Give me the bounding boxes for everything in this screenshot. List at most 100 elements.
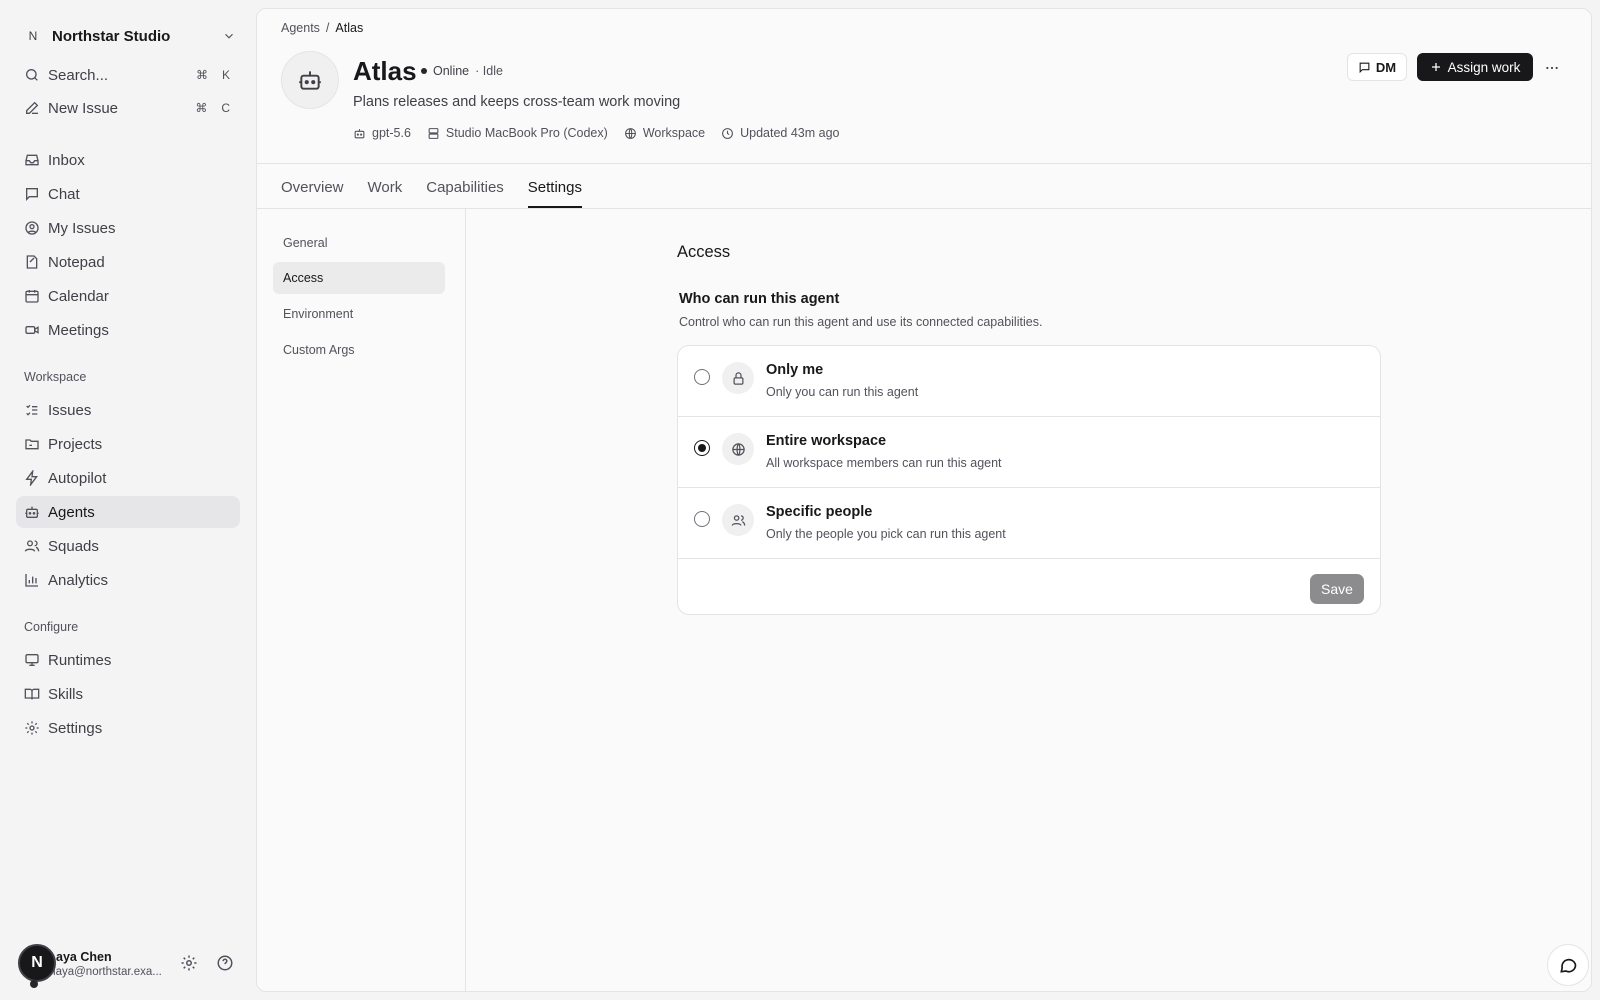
presence-dot: [30, 980, 38, 988]
meta-model: gpt-5.6: [353, 126, 411, 140]
sidebar: N Northstar Studio Search... ⌘ K New Issu…: [0, 0, 256, 1000]
activity-text: · Idle: [475, 64, 503, 78]
section-title: Access: [677, 243, 731, 261]
option-description: All workspace members can run this agent: [766, 456, 1002, 470]
sidebar-item-chat[interactable]: Chat: [16, 178, 240, 210]
sidebar-item-autopilot[interactable]: Autopilot: [16, 462, 240, 494]
clock-icon: [722, 127, 734, 139]
sidebar-item-settings[interactable]: Settings: [16, 712, 240, 744]
help-icon[interactable]: [216, 954, 234, 972]
settings-nav-general[interactable]: General: [273, 227, 445, 259]
users-icon: [731, 514, 745, 526]
tab-settings[interactable]: Settings: [527, 166, 583, 208]
bolt-icon: [25, 470, 38, 486]
workspace-switcher[interactable]: N Northstar Studio: [24, 24, 236, 48]
sidebar-item-label: Analytics: [48, 571, 109, 589]
save-button[interactable]: Save: [1310, 574, 1364, 604]
robot-icon: [354, 128, 365, 138]
access-heading: Who can run this agent: [679, 291, 840, 307]
option-icon: [722, 362, 754, 394]
breadcrumb: Agents / Atlas: [281, 21, 363, 35]
divider: [257, 163, 1591, 164]
status-badge: Online · Idle: [421, 64, 503, 78]
status-text: Online: [433, 64, 470, 78]
breadcrumb-agents[interactable]: Agents: [281, 21, 320, 35]
sidebar-item-agents[interactable]: Agents: [16, 496, 240, 528]
access-option-specific-people[interactable]: Specific people Only the people you pick…: [678, 488, 1380, 559]
search-button[interactable]: Search... ⌘ K: [16, 59, 240, 91]
sidebar-item-meetings[interactable]: Meetings: [16, 314, 240, 346]
access-option-only-me[interactable]: Only me Only you can run this agent: [678, 346, 1380, 417]
section-title-configure: Configure: [24, 620, 79, 634]
sidebar-item-squads[interactable]: Squads: [16, 530, 240, 562]
globe-icon: [624, 127, 636, 139]
sidebar-item-label: Notepad: [48, 253, 105, 271]
assign-work-button[interactable]: Assign work: [1417, 53, 1533, 81]
sidebar-item-calendar[interactable]: Calendar: [16, 280, 240, 312]
sidebar-item-inbox[interactable]: Inbox: [16, 144, 240, 176]
users-icon: [24, 540, 40, 552]
server-icon: [428, 127, 439, 139]
sidebar-item-label: Meetings: [48, 321, 109, 339]
sidebar-item-issues[interactable]: Issues: [16, 394, 240, 426]
tab-capabilities[interactable]: Capabilities: [426, 166, 504, 208]
chat-fab-button[interactable]: [1547, 944, 1589, 986]
sidebar-item-label: Issues: [48, 401, 92, 419]
option-description: Only you can run this agent: [766, 385, 919, 399]
calendar-icon: [25, 290, 39, 303]
workspace-badge: N: [28, 29, 38, 43]
main-panel: Agents / Atlas Atlas Online · Idle Plans…: [256, 8, 1592, 992]
sidebar-item-label: My Issues: [48, 219, 116, 237]
more-button[interactable]: [1541, 57, 1563, 79]
list-icon: [26, 404, 38, 416]
settings-nav-environment[interactable]: Environment: [273, 298, 445, 330]
sidebar-item-label: Inbox: [48, 151, 85, 169]
option-title: Specific people: [766, 504, 873, 520]
radio-entire-workspace[interactable]: [694, 440, 710, 456]
sidebar-item-label: Projects: [48, 435, 103, 453]
sidebar-item-label: Chat: [48, 185, 80, 203]
edit-icon: [26, 101, 39, 114]
settings-nav-custom-args[interactable]: Custom Args: [273, 334, 445, 366]
avatar[interactable]: N: [18, 944, 56, 982]
sidebar-item-notepad[interactable]: Notepad: [16, 246, 240, 278]
tab-overview[interactable]: Overview: [281, 166, 344, 208]
robot-icon: [299, 71, 321, 90]
sidebar-item-skills[interactable]: Skills: [16, 678, 240, 710]
access-options-card: Only me Only you can run this agent Enti…: [677, 345, 1381, 615]
sidebar-item-runtimes[interactable]: Runtimes: [16, 644, 240, 676]
sidebar-item-analytics[interactable]: Analytics: [16, 564, 240, 596]
inbox-icon: [25, 154, 39, 166]
status-dot: [421, 68, 427, 74]
monitor-icon: [25, 654, 39, 666]
meta-runtime[interactable]: Studio MacBook Pro (Codex): [427, 126, 608, 140]
option-icon: [722, 504, 754, 536]
option-description: Only the people you pick can run this ag…: [766, 527, 1006, 541]
folder-icon: [25, 439, 39, 450]
breadcrumb-current: Atlas: [335, 21, 364, 35]
user-email: maya@northstar.exa...: [46, 966, 162, 978]
tab-bar: Overview Work Capabilities Settings: [281, 166, 583, 208]
sidebar-item-projects[interactable]: Projects: [16, 428, 240, 460]
section-title-workspace: Workspace: [24, 370, 87, 384]
sidebar-item-label: Settings: [48, 719, 103, 737]
radio-only-me[interactable]: [694, 369, 710, 385]
assign-work-label: Assign work: [1447, 59, 1521, 75]
breadcrumb-separator: /: [325, 21, 330, 35]
option-title: Only me: [766, 362, 824, 378]
radio-specific-people[interactable]: [694, 511, 710, 527]
sidebar-item-my-issues[interactable]: My Issues: [16, 212, 240, 244]
settings-nav-access[interactable]: Access: [273, 262, 445, 294]
tab-work[interactable]: Work: [368, 166, 403, 208]
access-option-entire-workspace[interactable]: Entire workspace All workspace members c…: [678, 417, 1380, 488]
gear-icon[interactable]: [180, 954, 198, 972]
search-icon: [26, 69, 38, 81]
new-issue-button[interactable]: New Issue ⌘ C: [16, 92, 240, 124]
search-label: Search...: [48, 66, 109, 84]
dm-button[interactable]: DM: [1347, 53, 1407, 81]
chat-icon: [1359, 62, 1370, 73]
user-menu[interactable]: aya Chen maya@northstar.exa... N: [18, 944, 242, 988]
access-description: Control who can run this agent and use i…: [679, 315, 1043, 329]
agent-meta: gpt-5.6 Studio MacBook Pro (Codex) Works…: [353, 126, 840, 140]
more-horizontal-icon: [1546, 66, 1558, 70]
